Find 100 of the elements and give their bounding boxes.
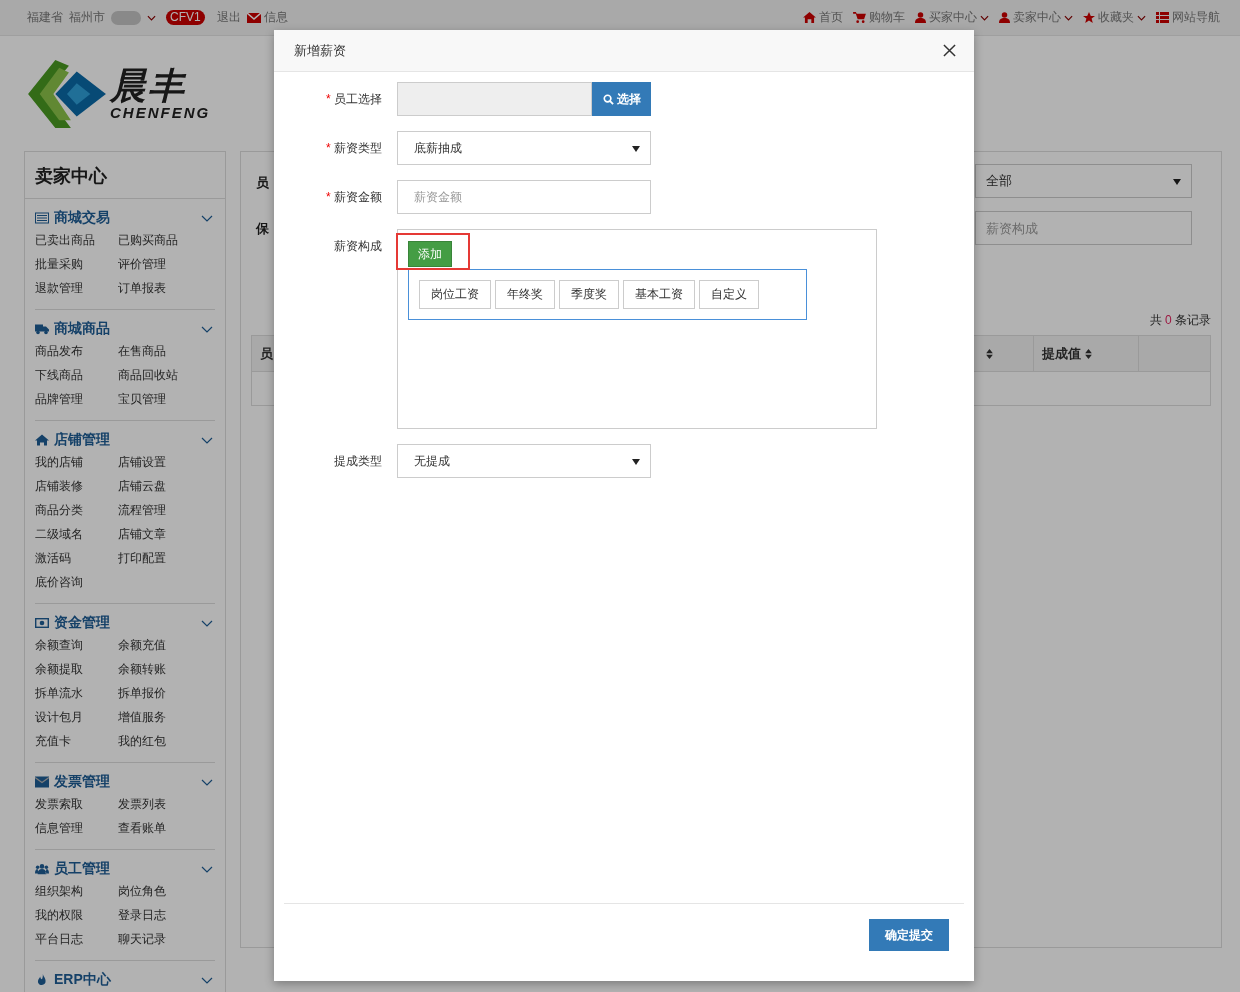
- caret-icon[interactable]: [1137, 14, 1146, 21]
- star-icon: [1083, 11, 1095, 24]
- search-icon: [602, 93, 614, 105]
- logout-link[interactable]: 退出: [216, 9, 241, 26]
- location-text: 福州市: [69, 9, 105, 26]
- sidebar-link[interactable]: 店铺云盘: [118, 474, 201, 498]
- sidebar-link[interactable]: 查看账单: [118, 816, 201, 840]
- sidebar-link[interactable]: 发票索取: [35, 792, 118, 816]
- blurred-text: [111, 10, 141, 25]
- location-text: 福建省: [27, 9, 63, 26]
- close-icon[interactable]: [943, 44, 956, 57]
- option-button[interactable]: 岗位工资: [419, 280, 491, 309]
- sidebar-link[interactable]: 我的红包: [118, 729, 201, 753]
- caret-icon[interactable]: [147, 14, 156, 21]
- sidebar-link[interactable]: 拆单报价: [118, 681, 201, 705]
- sidebar-link[interactable]: 已卖出商品: [35, 228, 118, 252]
- sidebar-link[interactable]: 登录日志: [118, 903, 201, 927]
- sidebar-link[interactable]: 店铺装修: [35, 474, 118, 498]
- submit-button[interactable]: 确定提交: [869, 919, 949, 951]
- sidebar-link[interactable]: 批量采购: [35, 252, 118, 276]
- sidebar-link[interactable]: 岗位角色: [118, 879, 201, 903]
- nav-link[interactable]: 首页: [803, 9, 843, 26]
- chevron-icon[interactable]: [201, 214, 213, 222]
- section-title[interactable]: 发票管理: [54, 773, 201, 791]
- chevron-icon[interactable]: [201, 619, 213, 627]
- sidebar-link[interactable]: 在售商品: [118, 339, 201, 363]
- sidebar-link[interactable]: 组织架构: [35, 879, 118, 903]
- filter-select[interactable]: 全部: [975, 164, 1192, 198]
- column-header: 员: [259, 344, 274, 363]
- chevron-icon[interactable]: [201, 325, 213, 333]
- sidebar-link[interactable]: 信息管理: [35, 816, 118, 840]
- sidebar-link[interactable]: 充值卡: [35, 729, 118, 753]
- sidebar-link[interactable]: 发票列表: [118, 792, 201, 816]
- sidebar-link[interactable]: 商品分类: [35, 498, 118, 522]
- column-header[interactable]: 提成值: [1033, 336, 1138, 371]
- sidebar-link[interactable]: 订单报表: [118, 276, 201, 300]
- select-field[interactable]: 无提成: [397, 444, 651, 478]
- section-title[interactable]: 店铺管理: [54, 431, 201, 449]
- sidebar-link[interactable]: 品牌管理: [35, 387, 118, 411]
- sidebar-link[interactable]: 余额提取: [35, 657, 118, 681]
- sidebar-link[interactable]: 激活码: [35, 546, 118, 570]
- user-icon: [999, 12, 1010, 23]
- sidebar-link[interactable]: 店铺文章: [118, 522, 201, 546]
- home-icon: [803, 12, 816, 23]
- select-field[interactable]: 底薪抽成: [397, 131, 651, 165]
- caret-icon[interactable]: [980, 14, 989, 21]
- nav-link[interactable]: 购物车: [853, 9, 905, 26]
- section-title[interactable]: 资金管理: [54, 614, 201, 632]
- sidebar-link[interactable]: 拆单流水: [35, 681, 118, 705]
- sidebar-link[interactable]: 下线商品: [35, 363, 118, 387]
- section-title[interactable]: 商城交易: [54, 209, 201, 227]
- sidebar-link[interactable]: 增值服务: [118, 705, 201, 729]
- option-button[interactable]: 基本工资: [623, 280, 695, 309]
- sidebar-link[interactable]: 余额充值: [118, 633, 201, 657]
- record-count: 共 0 条记录: [1148, 312, 1211, 329]
- field-label: 薪资金额: [334, 190, 382, 204]
- sidebar-link[interactable]: 流程管理: [118, 498, 201, 522]
- option-button[interactable]: 自定义: [699, 280, 759, 309]
- sort-icon[interactable]: [986, 348, 993, 359]
- chevron-icon[interactable]: [201, 976, 213, 984]
- search-field[interactable]: 薪资构成: [975, 211, 1192, 245]
- chevron-icon[interactable]: [201, 865, 213, 873]
- sidebar-link[interactable]: 聊天记录: [118, 927, 201, 951]
- filter-label: 保: [256, 220, 269, 238]
- chevron-icon[interactable]: [201, 778, 213, 786]
- logo-icon: [26, 57, 108, 130]
- sidebar-link[interactable]: 已购买商品: [118, 228, 201, 252]
- sidebar-link[interactable]: 我的权限: [35, 903, 118, 927]
- required-mark: *: [326, 141, 331, 155]
- sidebar-link[interactable]: 余额转账: [118, 657, 201, 681]
- sidebar-link[interactable]: 宝贝管理: [118, 387, 201, 411]
- list-icon: [35, 212, 49, 224]
- chevron-icon[interactable]: [201, 436, 213, 444]
- sidebar-link[interactable]: 我的店铺: [35, 450, 118, 474]
- option-button[interactable]: 季度奖: [559, 280, 619, 309]
- section-title[interactable]: 员工管理: [54, 860, 201, 878]
- sort-icon[interactable]: [1085, 348, 1092, 359]
- sidebar-link[interactable]: 二级域名: [35, 522, 118, 546]
- sidebar-link[interactable]: 平台日志: [35, 927, 118, 951]
- section-title[interactable]: ERP中心: [54, 971, 201, 989]
- caret-icon[interactable]: [1064, 14, 1073, 21]
- field-label: 员工选择: [334, 92, 382, 106]
- sidebar-link[interactable]: 评价管理: [118, 252, 201, 276]
- sidebar-link[interactable]: 店铺设置: [118, 450, 201, 474]
- truck-icon: [35, 323, 49, 335]
- sidebar-link[interactable]: 余额查询: [35, 633, 118, 657]
- sidebar-link[interactable]: 商品回收站: [118, 363, 201, 387]
- sidebar-link[interactable]: 设计包月: [35, 705, 118, 729]
- sidebar-link[interactable]: 商品发布: [35, 339, 118, 363]
- field-label: 薪资构成: [334, 239, 382, 253]
- section-title[interactable]: 商城商品: [54, 320, 201, 338]
- input-field[interactable]: 薪资金额: [397, 180, 651, 214]
- sidebar-link[interactable]: 底价咨询: [35, 570, 118, 594]
- sidebar-link[interactable]: 打印配置: [118, 546, 201, 570]
- sidebar-link[interactable]: 退款管理: [35, 276, 118, 300]
- select-button[interactable]: 选择: [592, 82, 651, 116]
- messages-link[interactable]: 信息: [246, 9, 288, 26]
- option-button[interactable]: 年终奖: [495, 280, 555, 309]
- list-icon: [1156, 12, 1169, 23]
- user-icon: [915, 12, 926, 23]
